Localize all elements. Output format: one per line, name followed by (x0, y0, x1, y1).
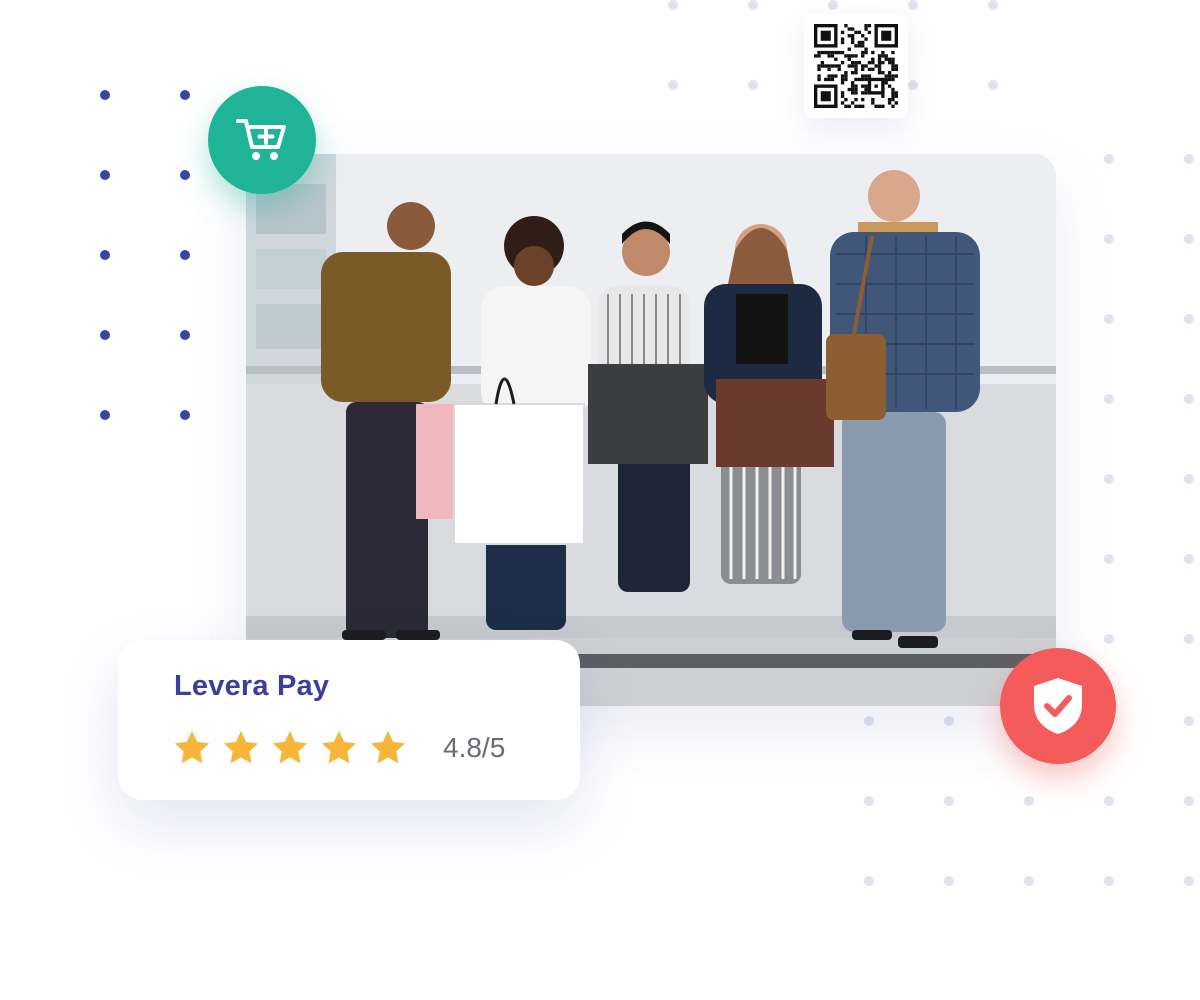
shield-check-icon (1034, 678, 1082, 734)
dot (1104, 634, 1114, 644)
dot (908, 80, 918, 90)
star-icon (371, 731, 405, 764)
dot (100, 410, 110, 420)
dot (908, 0, 918, 10)
rating-card: Levera Pay 4.8/5 (118, 640, 580, 800)
dot (1184, 314, 1194, 324)
dot (944, 796, 954, 806)
dot-pattern-left (100, 90, 190, 420)
star-icon (322, 731, 356, 764)
dot (748, 0, 758, 10)
dot (1184, 796, 1194, 806)
dot (100, 170, 110, 180)
star-rating (172, 728, 408, 768)
dot (1104, 876, 1114, 886)
star-icon (273, 731, 307, 764)
dot (100, 330, 110, 340)
dot (864, 716, 874, 726)
add-to-cart-button[interactable] (208, 86, 316, 194)
dot (1104, 314, 1114, 324)
rating-score: 4.8/5 (443, 732, 506, 763)
dot (1104, 154, 1114, 164)
dot (668, 80, 678, 90)
dot (180, 330, 190, 340)
dot (864, 796, 874, 806)
dot (180, 410, 190, 420)
dot (1024, 796, 1034, 806)
dot (180, 250, 190, 260)
star-icon (224, 731, 258, 764)
dot (1104, 474, 1114, 484)
dot (180, 170, 190, 180)
dot (1184, 876, 1194, 886)
qr-code-card[interactable] (804, 14, 908, 118)
dot (748, 80, 758, 90)
security-badge (1000, 648, 1116, 764)
brand-name: Levera Pay (174, 670, 330, 702)
dot (1104, 234, 1114, 244)
dot (1184, 474, 1194, 484)
dot (1184, 234, 1194, 244)
dot (180, 90, 190, 100)
dot (1184, 554, 1194, 564)
dot (1184, 634, 1194, 644)
dot (988, 80, 998, 90)
cart-plus-icon (236, 119, 286, 160)
dot (100, 250, 110, 260)
dot (1184, 154, 1194, 164)
dot (668, 0, 678, 10)
dot (1104, 796, 1114, 806)
dot (864, 876, 874, 886)
dot (1184, 394, 1194, 404)
shoppers-photo (246, 154, 1056, 706)
star-icon (175, 731, 209, 764)
dot (100, 90, 110, 100)
dot (1024, 876, 1034, 886)
dot (1104, 554, 1114, 564)
dot (988, 0, 998, 10)
dot (1104, 394, 1114, 404)
dot (828, 0, 838, 10)
qr-code-icon (814, 24, 898, 108)
dot (1184, 716, 1194, 726)
dot (944, 716, 954, 726)
dot-pattern-right (1104, 154, 1194, 644)
dot (944, 876, 954, 886)
